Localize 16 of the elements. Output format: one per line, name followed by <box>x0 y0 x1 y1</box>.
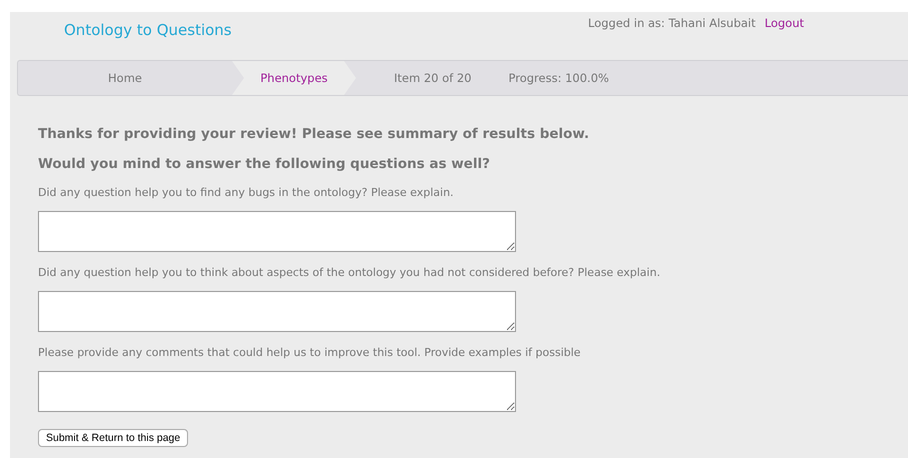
question-label: Please provide any comments that could help us to improve this tool. Provide examples if possible <box>38 346 582 359</box>
item-counter: Item 20 of 20 <box>394 71 472 85</box>
heading: Thanks for providing your review! Please see summary of results below. <box>38 126 590 142</box>
submit-button[interactable]: Submit & Return to this page <box>38 429 188 447</box>
logout-link[interactable]: Logout <box>764 16 804 30</box>
question-label: Did any question help you to find any bugs in the ontology? Please explain. <box>38 186 455 199</box>
site-title: Ontology to Questions <box>64 21 232 39</box>
heading: Would you mind to answer the following questions as well? <box>38 156 491 172</box>
logged-in-text: Logged in as: Tahani Alsubait <box>588 16 756 30</box>
answer-box[interactable] <box>38 211 516 252</box>
answer-box[interactable] <box>38 371 516 412</box>
progress-text: Progress: 100.0% <box>508 71 609 85</box>
nav-tab[interactable]: Home <box>18 61 232 95</box>
question-label: Did any question help you to think about aspects of the ontology you had not considered before? Please explain. <box>38 266 662 279</box>
nav-tab[interactable]: Phenotypes <box>232 61 356 95</box>
answer-box[interactable] <box>38 291 516 332</box>
